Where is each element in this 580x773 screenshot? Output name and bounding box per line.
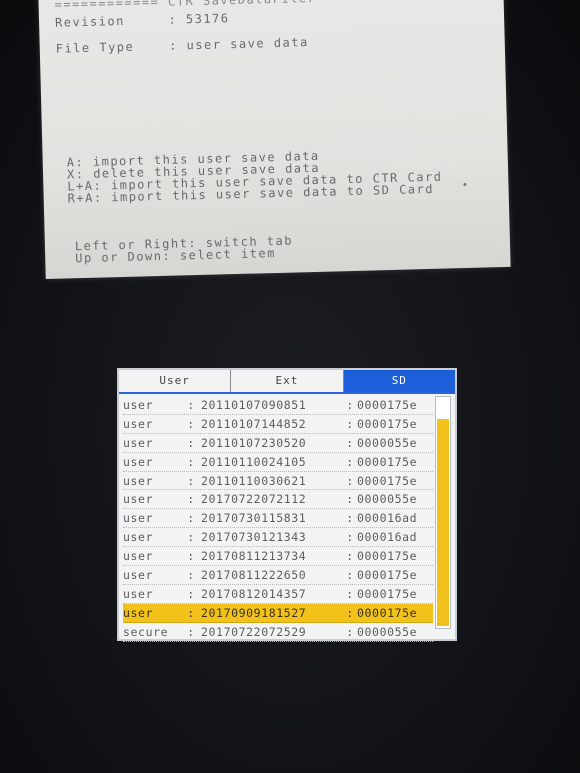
save-timestamp: 20110110030621 [201, 473, 307, 488]
title-id: 0000175e [357, 605, 418, 620]
title-id: 000016ad [357, 530, 418, 545]
separator: : [187, 586, 195, 601]
save-type: user [123, 416, 154, 431]
save-type: user [123, 397, 154, 412]
save-timestamp: 20110107144852 [201, 416, 307, 431]
save-timestamp: 20110107090851 [201, 397, 307, 412]
save-type: user [123, 567, 154, 582]
save-timestamp: 20170730115831 [201, 511, 307, 526]
separator: : [346, 511, 354, 526]
separator: : [346, 416, 354, 431]
save-timestamp: 20110107230520 [201, 435, 307, 450]
save-type: user [123, 454, 154, 469]
save-timestamp: 20170812014357 [201, 586, 307, 601]
list-item[interactable]: user:20170811222650:0000175e [123, 566, 433, 585]
list-item[interactable]: user:20170722072112:0000055e [123, 490, 433, 510]
separator: : [346, 567, 354, 582]
list-item[interactable]: user:20110107230520:0000055e [123, 434, 433, 453]
save-timestamp: 20170722072112 [201, 492, 307, 507]
separator: : [187, 567, 195, 582]
save-data-list: user:20110107090851:0000175e user:2011010… [123, 396, 433, 642]
separator: : [187, 454, 195, 469]
revision-line: Revision : 53176 [54, 11, 230, 30]
separator: : [187, 549, 195, 564]
separator: : [346, 492, 354, 507]
scrollbar[interactable] [435, 396, 451, 629]
list-item[interactable]: user:20110110024105:0000175e [123, 453, 433, 472]
separator: : [346, 454, 354, 469]
list-item[interactable]: user:20170811213734:0000175e [123, 547, 433, 567]
separator: : [346, 624, 354, 639]
save-type: user [123, 435, 154, 450]
separator: : [346, 435, 354, 450]
list-item[interactable]: user:20110107144852:0000175e [123, 415, 433, 434]
separator: : [346, 586, 354, 601]
title-id: 0000055e [357, 492, 418, 507]
save-timestamp: 20170909181527 [201, 605, 307, 620]
save-type: user [123, 511, 154, 526]
list-item[interactable]: user:20170730121343:000016ad [123, 528, 433, 548]
tab-sd[interactable]: SD [343, 370, 455, 392]
title-id: 0000175e [357, 473, 418, 488]
save-timestamp: 20170811213734 [201, 549, 307, 564]
file-type-line: File Type : user save data [55, 35, 309, 56]
top-screen: ============ CTR SaveDataFiler Revision … [38, 0, 511, 280]
save-type: secure [123, 624, 169, 639]
separator: : [346, 605, 354, 620]
title-id: 0000175e [357, 397, 418, 412]
tab-ext[interactable]: Ext [231, 370, 344, 392]
separator: : [346, 473, 354, 488]
title-id: 0000055e [357, 435, 418, 450]
list-item[interactable]: secure:20170722072529:0000055e [123, 623, 433, 642]
list-item[interactable]: user:20170909181527:0000175e [123, 603, 433, 623]
title-id: 0000175e [357, 416, 418, 431]
title-id: 000016ad [357, 511, 418, 526]
separator: : [187, 530, 195, 545]
list-item[interactable]: user:20110110030621:0000175e [123, 472, 433, 491]
save-timestamp: 20170722072529 [201, 624, 307, 639]
separator: : [187, 473, 195, 488]
save-type: user [123, 492, 154, 507]
tab-bar: User Ext SD [119, 370, 455, 394]
title-id: 0000175e [357, 586, 418, 601]
list-item[interactable]: user:20170812014357:0000175e [123, 585, 433, 604]
separator: : [187, 435, 195, 450]
separator: : [346, 530, 354, 545]
separator: : [187, 416, 195, 431]
save-type: user [123, 530, 154, 545]
save-type: user [123, 586, 154, 601]
separator: : [187, 624, 195, 639]
bottom-screen: User Ext SD user:20110107090851:0000175e… [117, 368, 457, 642]
separator: : [187, 397, 195, 412]
separator: : [346, 397, 354, 412]
list-item[interactable]: user:20170730115831:000016ad [123, 509, 433, 529]
list-item[interactable]: user:20110107090851:0000175e [123, 396, 433, 415]
app-title: ============ CTR SaveDataFiler [54, 0, 317, 12]
separator: : [346, 549, 354, 564]
save-type: user [123, 605, 154, 620]
separator: : [187, 492, 195, 507]
title-id: 0000055e [357, 624, 418, 639]
save-timestamp: 20110110024105 [201, 454, 307, 469]
save-type: user [123, 473, 154, 488]
cursor-dot [463, 182, 467, 187]
save-timestamp: 20170730121343 [201, 530, 307, 545]
title-id: 0000175e [357, 567, 418, 582]
title-id: 0000175e [357, 454, 418, 469]
separator: : [187, 511, 195, 526]
tab-user[interactable]: User [119, 370, 232, 392]
scrollbar-thumb[interactable] [437, 419, 449, 626]
save-timestamp: 20170811222650 [201, 567, 307, 582]
title-id: 0000175e [357, 549, 418, 564]
save-type: user [123, 549, 154, 564]
separator: : [187, 605, 195, 620]
